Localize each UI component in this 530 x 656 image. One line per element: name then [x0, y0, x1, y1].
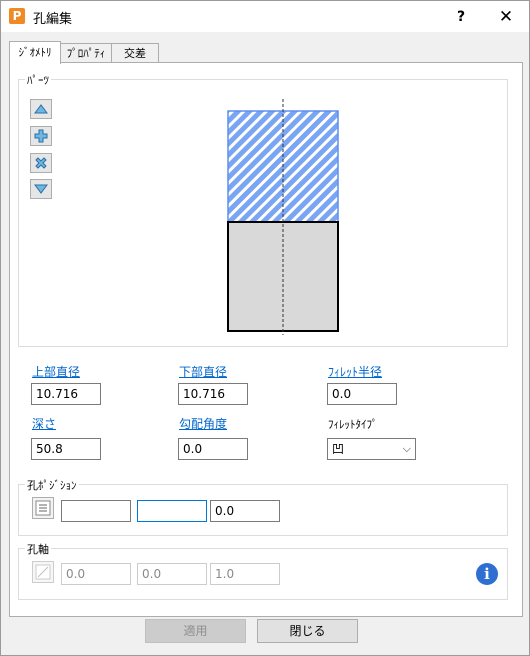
apply-button[interactable]: 適用 [145, 619, 246, 643]
fillet-radius-label[interactable]: ﾌｨﾚｯﾄ半径 [328, 363, 382, 380]
move-down-icon [34, 184, 48, 194]
draft-angle-label[interactable]: 勾配角度 [179, 415, 227, 432]
top-diameter-input[interactable] [31, 383, 101, 405]
fillet-type-label: ﾌｨﾚｯﾄﾀｲﾌﾟ [328, 418, 378, 431]
fillet-type-value: 凹 [332, 442, 345, 456]
depth-label[interactable]: 深さ [32, 415, 56, 432]
tab-intersection[interactable]: 交差 [111, 43, 159, 63]
close-button[interactable]: 閉じる [257, 619, 358, 643]
draft-angle-input[interactable] [178, 438, 248, 460]
axis-direction-icon [35, 564, 51, 580]
info-icon[interactable]: i [476, 563, 498, 585]
fillet-type-select[interactable]: 凹 ⌵ [327, 438, 416, 460]
position-y-input[interactable] [137, 500, 207, 522]
axis-y-input[interactable] [137, 563, 207, 585]
window-title: 孔編集 [33, 12, 73, 27]
chevron-down-icon: ⌵ [402, 442, 411, 455]
position-x-input[interactable] [61, 500, 131, 522]
coordinate-list-icon [35, 500, 51, 516]
help-button[interactable]: ? [449, 5, 473, 29]
tab-geometry[interactable]: ｼﾞｵﾒﾄﾘ [9, 41, 61, 64]
top-diameter-label[interactable]: 上部直径 [32, 363, 80, 380]
axis-x-input[interactable] [61, 563, 131, 585]
fillet-radius-input[interactable] [327, 383, 397, 405]
hole-preview [227, 99, 339, 335]
bottom-diameter-input[interactable] [178, 383, 248, 405]
add-part-icon [34, 129, 48, 143]
add-part-button[interactable] [30, 126, 52, 146]
app-logo-icon: P [9, 8, 25, 24]
title-bar: P 孔編集 ? ✕ [1, 1, 529, 32]
position-entry-button[interactable] [32, 497, 54, 519]
move-up-icon [34, 104, 48, 114]
axis-group-title: 孔軸 [25, 541, 51, 557]
dialog-window: P 孔編集 ? ✕ ｼﾞｵﾒﾄﾘ ﾌﾟﾛﾊﾟﾃｨ 交差 ﾊﾟｰﾂ 上部直径 10… [0, 0, 530, 656]
axis-z-input[interactable] [210, 563, 280, 585]
depth-input[interactable] [31, 438, 101, 460]
position-z-input[interactable] [210, 500, 280, 522]
geometry-panel: ﾊﾟｰﾂ 上部直径 10.716 下部直径 10.716 ﾌｨﾚｯﾄ半径 0.0… [9, 62, 523, 643]
close-window-button[interactable]: ✕ [493, 5, 519, 29]
delete-part-button[interactable] [30, 153, 52, 173]
delete-part-icon [35, 157, 47, 169]
tab-properties[interactable]: ﾌﾟﾛﾊﾟﾃｨ [59, 43, 113, 63]
parts-group-title: ﾊﾟｰﾂ [25, 72, 51, 88]
move-up-button[interactable] [30, 99, 52, 119]
move-down-button[interactable] [30, 179, 52, 199]
position-group-title: 孔ﾎﾟｼﾞｼｮﾝ [25, 477, 79, 493]
axis-entry-button[interactable] [32, 561, 54, 583]
bottom-diameter-label[interactable]: 下部直径 [179, 363, 227, 380]
